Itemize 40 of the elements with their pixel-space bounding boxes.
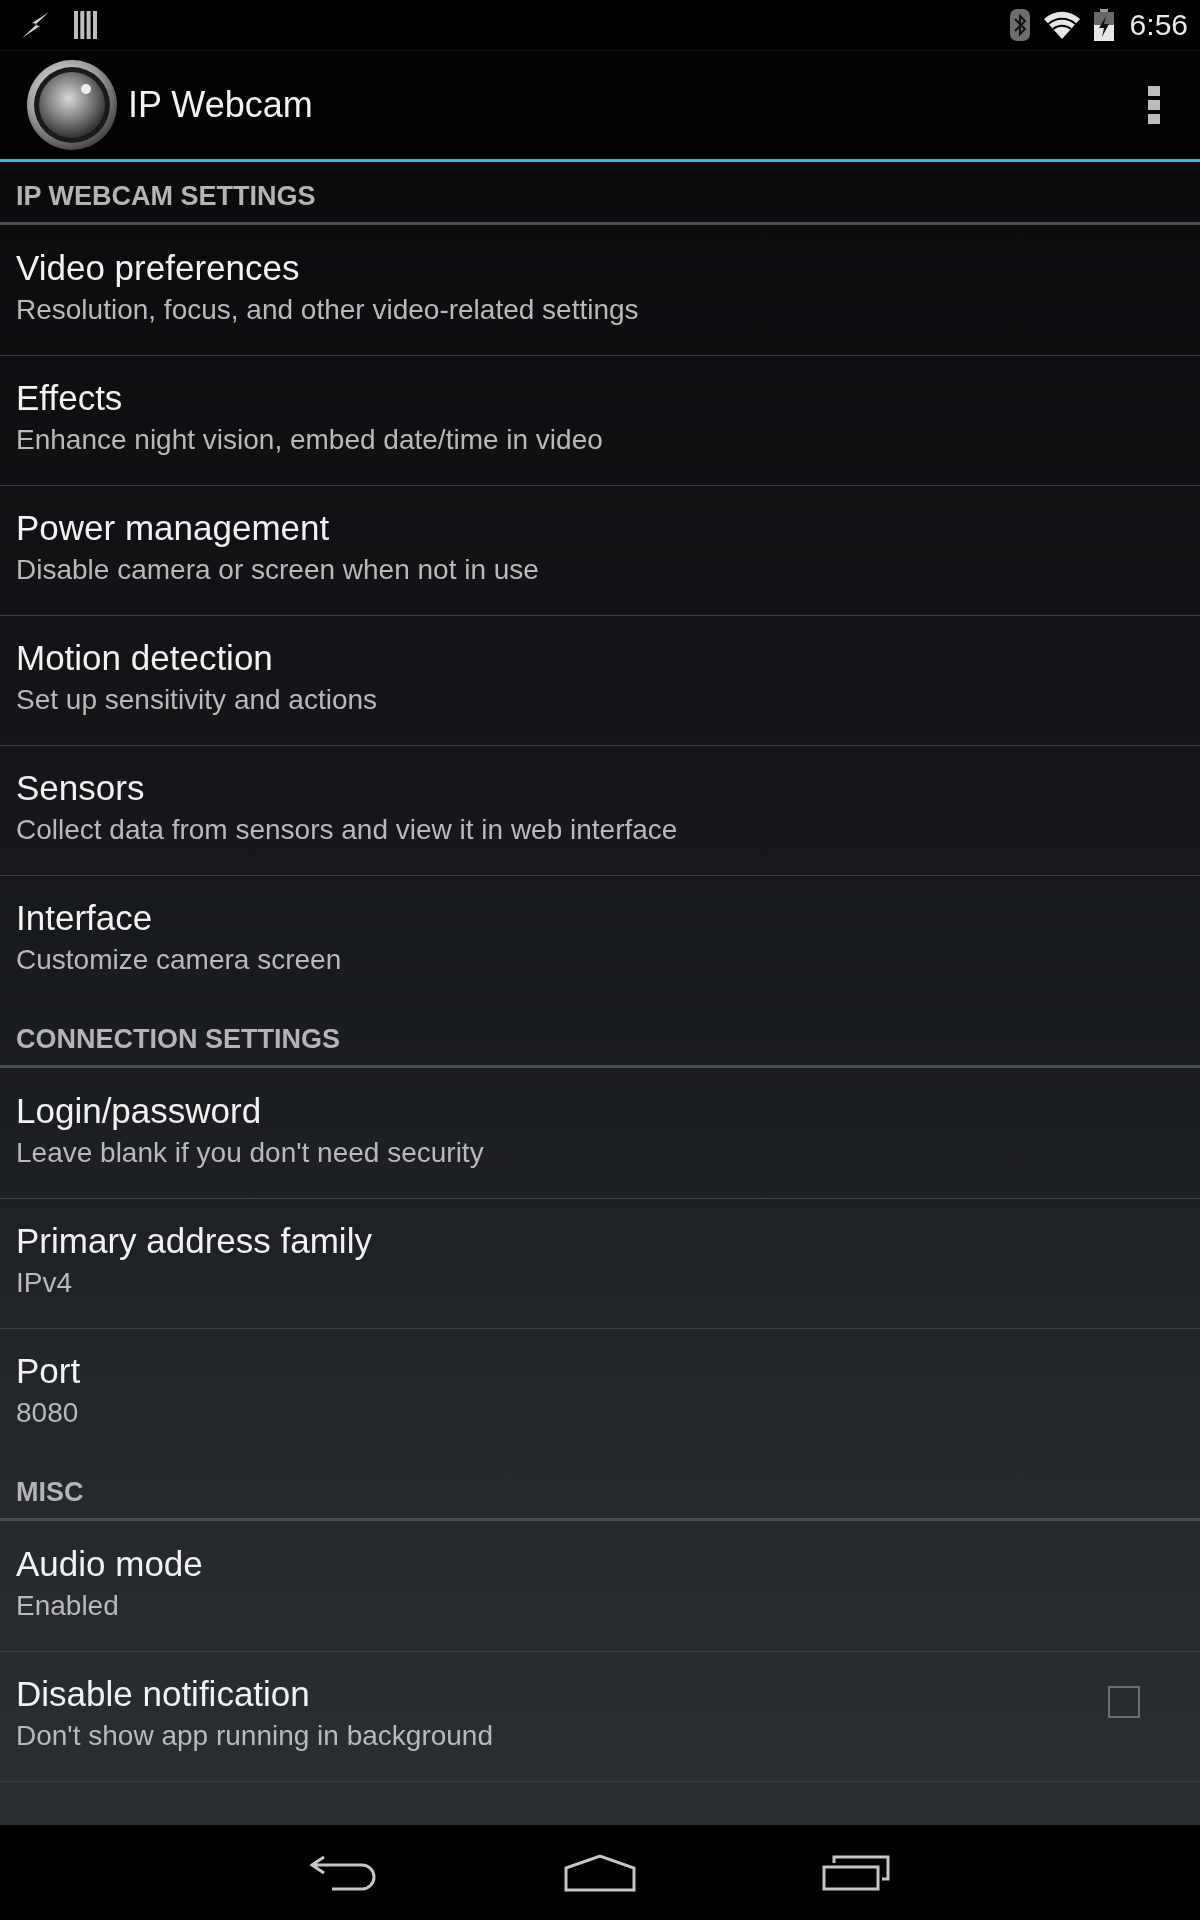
setting-summary: Leave blank if you don't need security bbox=[16, 1136, 484, 1170]
setting-summary: IPv4 bbox=[16, 1266, 73, 1300]
setting-title[interactable]: Interface bbox=[16, 898, 153, 938]
section-header: MISC bbox=[16, 1476, 84, 1508]
setting-title[interactable]: Audio mode bbox=[16, 1544, 203, 1584]
home-button[interactable] bbox=[564, 1853, 636, 1892]
app-title: IP Webcam bbox=[128, 83, 313, 127]
setting-title[interactable]: Sensors bbox=[16, 768, 145, 808]
vertical-bars-icon bbox=[74, 11, 97, 39]
setting-summary: Enabled bbox=[16, 1589, 119, 1623]
back-button[interactable] bbox=[310, 1854, 378, 1891]
setting-summary: Don't show app running in background bbox=[16, 1719, 493, 1753]
checkbox[interactable] bbox=[1108, 1686, 1140, 1718]
clock-time: 6:56 bbox=[1129, 7, 1188, 43]
recents-button[interactable] bbox=[822, 1854, 890, 1891]
section-header: IP WEBCAM SETTINGS bbox=[16, 180, 316, 212]
setting-title[interactable]: Power management bbox=[16, 508, 330, 548]
setting-summary: 8080 bbox=[16, 1396, 79, 1430]
setting-title[interactable]: Disable notification bbox=[16, 1674, 310, 1714]
setting-summary: Collect data from sensors and view it in web interface bbox=[16, 813, 678, 847]
setting-title[interactable]: Port bbox=[16, 1351, 81, 1391]
battery-charging-icon bbox=[1093, 9, 1114, 41]
camera-lens-icon bbox=[26, 59, 118, 151]
recents-icon bbox=[822, 1854, 890, 1891]
setting-summary: Enhance night vision, embed date/time in video bbox=[16, 423, 603, 457]
setting-title[interactable]: Login/password bbox=[16, 1091, 262, 1131]
setting-title[interactable]: Video preferences bbox=[16, 248, 300, 288]
setting-title[interactable]: Effects bbox=[16, 378, 123, 418]
setting-summary: Disable camera or screen when not in use bbox=[16, 553, 539, 587]
setting-summary: Resolution, focus, and other video-related settings bbox=[16, 293, 639, 327]
more-options-icon bbox=[1148, 86, 1160, 124]
back-icon bbox=[310, 1854, 378, 1891]
setting-title[interactable]: Motion detection bbox=[16, 638, 273, 678]
setting-summary: Set up sensitivity and actions bbox=[16, 683, 378, 717]
bluetooth-icon bbox=[1009, 9, 1030, 41]
wifi-icon bbox=[1043, 11, 1080, 39]
home-icon bbox=[564, 1853, 636, 1892]
setting-title[interactable]: Primary address family bbox=[16, 1221, 372, 1261]
section-header: CONNECTION SETTINGS bbox=[16, 1023, 340, 1055]
setting-summary: Customize camera screen bbox=[16, 943, 342, 977]
